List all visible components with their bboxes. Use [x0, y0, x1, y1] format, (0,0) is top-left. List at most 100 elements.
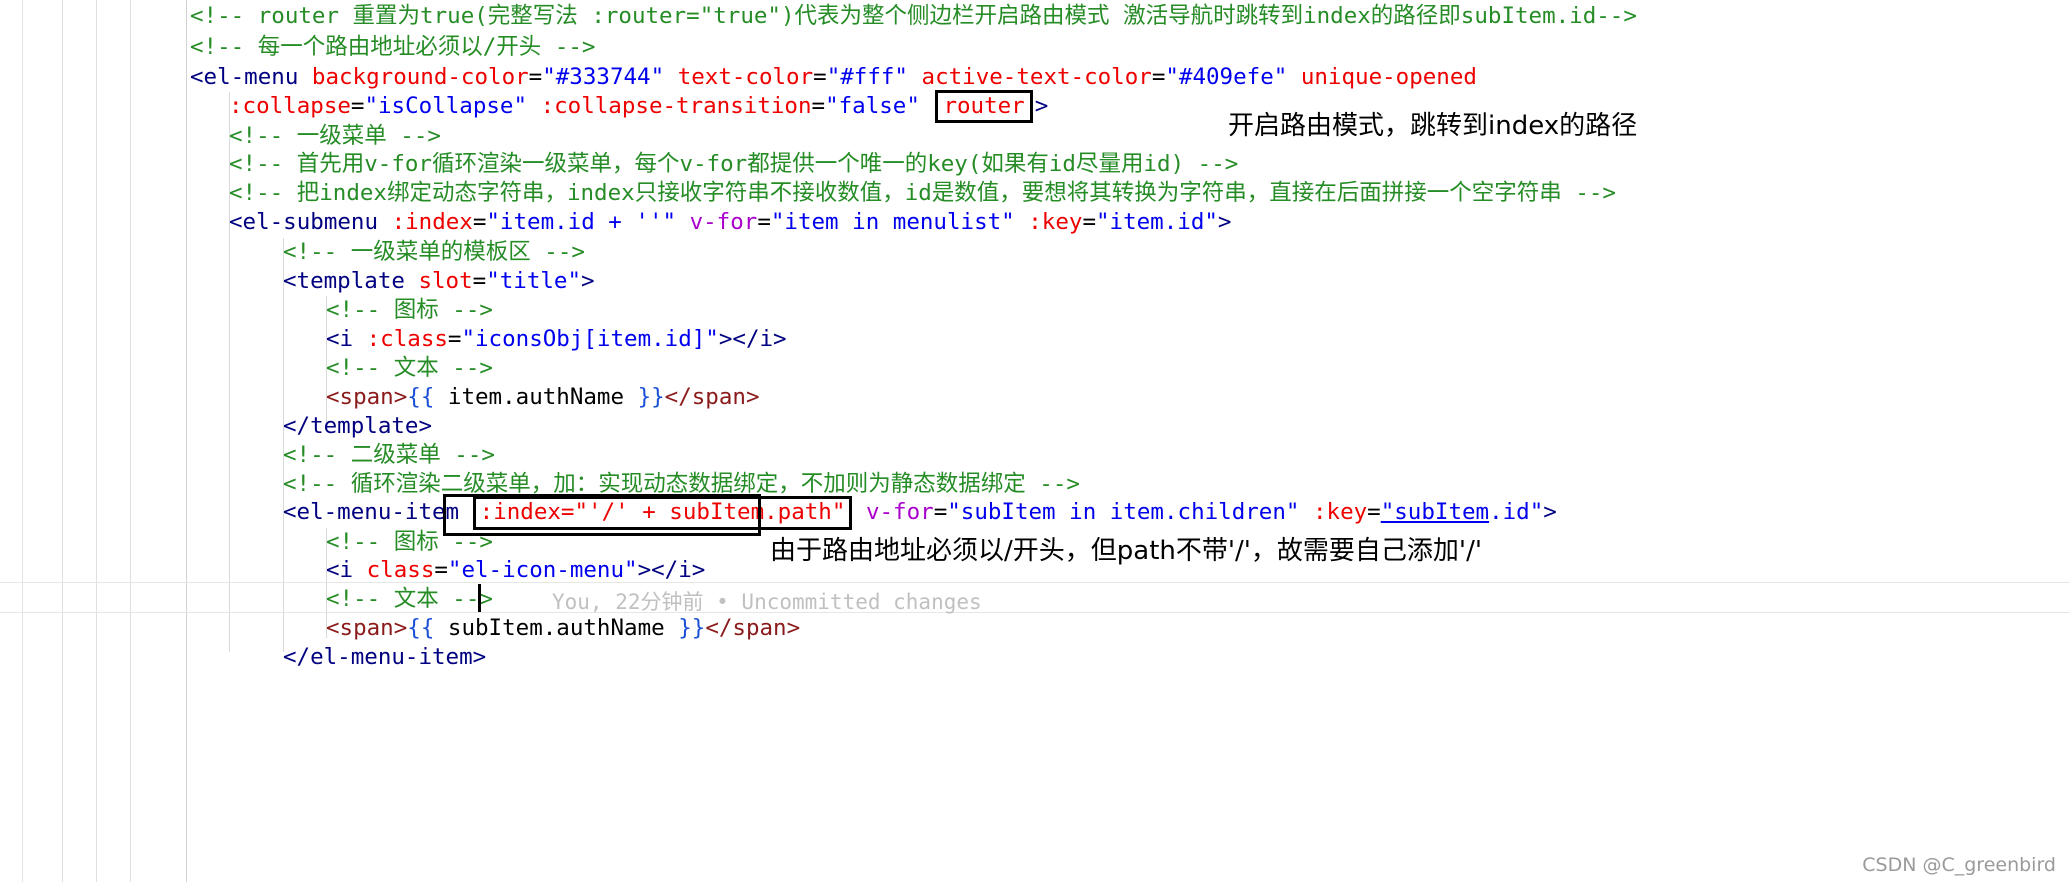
- code-token: :key: [1312, 499, 1368, 525]
- code-token: =: [434, 557, 448, 583]
- code-line[interactable]: <!-- 一级菜单 -->: [229, 122, 441, 151]
- code-token: <span>: [326, 615, 408, 641]
- code-token: <el-menu: [190, 64, 312, 90]
- code-line[interactable]: <span>{{ subItem.authName }}</span>: [326, 614, 800, 643]
- code-token: "el-icon-menu": [447, 557, 638, 583]
- code-token: >: [581, 268, 595, 294]
- code-token: "subItem in item.children": [947, 499, 1300, 525]
- code-token: =: [350, 93, 365, 119]
- code-token: <!-- 首先用v-for循环渲染一级菜单，每个v-for都提供一个唯一的key…: [229, 151, 1239, 177]
- gutter-rail-0: [22, 0, 23, 882]
- code-line[interactable]: :collapse="isCollapse" :collapse-transit…: [229, 90, 1049, 123]
- code-token: </span>: [664, 384, 760, 410]
- code-token: </template>: [283, 413, 433, 439]
- code-token: <template: [283, 268, 419, 294]
- code-token: }}: [678, 615, 706, 641]
- code-line[interactable]: <!-- 文本 -->: [326, 585, 493, 614]
- code-line[interactable]: <el-menu-item :index="'/' + subItem.path…: [283, 496, 1557, 530]
- code-token: <!-- 图标 -->: [326, 297, 493, 323]
- code-token: "isCollapse": [364, 93, 528, 119]
- code-token: :key: [1028, 209, 1083, 235]
- code-token: "iconsObj[item.id]": [461, 326, 719, 352]
- code-token: {{: [407, 384, 435, 410]
- code-line[interactable]: <template slot="title">: [283, 267, 595, 296]
- code-token: "#409efe": [1165, 64, 1288, 90]
- code-token: slot: [418, 268, 473, 294]
- code-token: unique-opened: [1300, 64, 1477, 90]
- code-token: :index: [391, 209, 473, 235]
- code-line[interactable]: <el-submenu :index="item.id + ''" v-for=…: [229, 208, 1231, 237]
- code-line[interactable]: <i class="el-icon-menu"></i>: [326, 556, 705, 585]
- code-token: =: [1367, 499, 1381, 525]
- code-token: =: [472, 209, 487, 235]
- code-token: <!-- 把index绑定动态字符串，index只接收字符串不接收数值，id是数…: [229, 180, 1616, 206]
- code-token: >: [1217, 209, 1232, 235]
- code-token: {{: [407, 615, 435, 641]
- code-token: <!-- 文本 -->: [326, 586, 493, 612]
- code-line[interactable]: <!-- 首先用v-for循环渲染一级菜单，每个v-for都提供一个唯一的key…: [229, 150, 1238, 179]
- code-token: "item in menulist": [770, 209, 1015, 235]
- code-token: "false": [825, 93, 920, 119]
- code-token: class: [366, 557, 435, 583]
- code-token: .id": [1489, 499, 1544, 525]
- code-token: <!-- 文本 -->: [326, 355, 493, 381]
- text-cursor-caret: [478, 584, 481, 612]
- gutter-rail-2: [96, 0, 97, 882]
- code-token: =: [528, 64, 543, 90]
- blame-separator-top: [0, 582, 2070, 583]
- code-line[interactable]: </template>: [283, 412, 432, 441]
- code-line[interactable]: <!-- 图标 -->: [326, 528, 493, 557]
- code-token: text-color: [677, 64, 814, 90]
- code-token: :collapse-transition: [540, 93, 812, 119]
- code-token: <i: [326, 557, 367, 583]
- code-token: =: [757, 209, 771, 235]
- code-token: =: [1082, 209, 1096, 235]
- code-line[interactable]: <el-menu background-color="#333744" text…: [190, 63, 1477, 92]
- code-token: :collapse: [229, 93, 351, 119]
- annotation-router-mode: 开启路由模式，跳转到index的路径: [1228, 111, 1638, 141]
- code-token: =: [472, 268, 487, 294]
- code-token: <el-submenu: [229, 209, 392, 235]
- code-line[interactable]: <!-- 每一个路由地址必须以/开头 -->: [190, 33, 595, 62]
- code-line[interactable]: <!-- 循环渲染二级菜单，加：实现动态数据绑定，不加则为静态数据绑定 -->: [283, 470, 1080, 499]
- code-line[interactable]: <!-- 文本 -->: [326, 354, 493, 383]
- code-line[interactable]: <i :class="iconsObj[item.id]"></i>: [326, 325, 787, 354]
- code-token: >: [1034, 93, 1049, 119]
- watermark-label: CSDN @C_greenbird: [1862, 854, 2056, 876]
- code-token: item.authName: [434, 384, 638, 410]
- code-token: =: [1151, 64, 1166, 90]
- code-token: </el-menu-item>: [283, 644, 487, 670]
- code-token: v-for: [689, 209, 758, 235]
- code-token: v-for: [865, 499, 934, 525]
- code-token: <!-- 循环渲染二级菜单，加：实现动态数据绑定，不加则为静态数据绑定 -->: [283, 471, 1080, 497]
- git-blame-annotation[interactable]: You, 22分钟前 • Uncommitted changes: [552, 586, 982, 616]
- code-token: </span>: [705, 615, 801, 641]
- code-token: :class: [366, 326, 448, 352]
- code-token: =: [811, 93, 826, 119]
- code-line[interactable]: <!-- 把index绑定动态字符串，index只接收字符串不接收数值，id是数…: [229, 179, 1616, 208]
- code-line[interactable]: <span>{{ item.authName }}</span>: [326, 383, 760, 412]
- code-line[interactable]: <!-- router 重置为true(完整写法 :router="true")…: [190, 2, 1637, 31]
- code-token: "#333744": [542, 64, 665, 90]
- code-line[interactable]: </el-menu-item>: [283, 643, 486, 672]
- code-line[interactable]: <!-- 一级菜单的模板区 -->: [283, 238, 585, 267]
- code-line[interactable]: <!-- 二级菜单 -->: [283, 441, 495, 470]
- code-token: subItem.authName: [434, 615, 679, 641]
- code-editor[interactable]: <!-- router 重置为true(完整写法 :router="true")…: [0, 0, 2070, 882]
- code-token: >: [1543, 499, 1557, 525]
- gutter-rail-1: [62, 0, 63, 882]
- code-line[interactable]: <!-- 图标 -->: [326, 296, 493, 325]
- gutter-rail-4: [186, 0, 187, 882]
- code-token: active-text-color: [921, 64, 1152, 90]
- annotation-route-prefix: 由于路由地址必须以/开头，但path不带'/'，故需要自己添加'/': [770, 536, 1482, 566]
- code-token: <!-- 图标 -->: [326, 529, 493, 555]
- code-token: <!-- 一级菜单 -->: [229, 123, 441, 149]
